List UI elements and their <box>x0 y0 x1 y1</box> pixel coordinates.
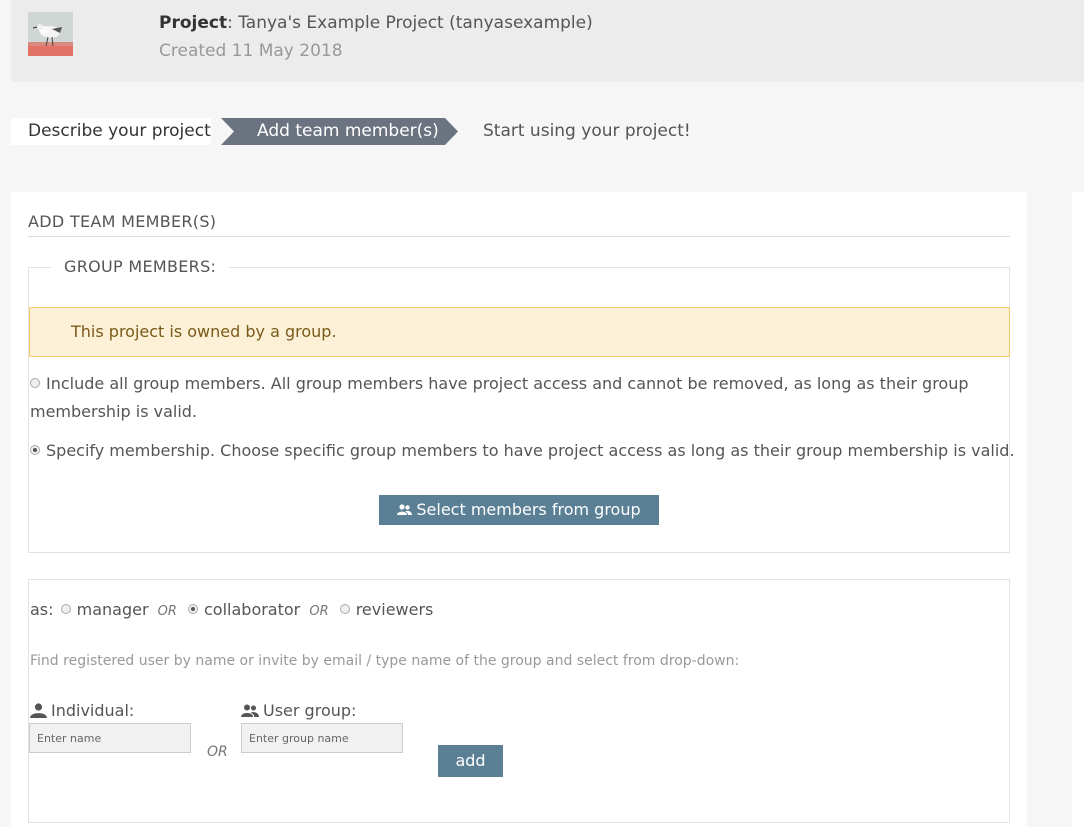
role-manager-label[interactable]: manager <box>77 600 149 619</box>
select-members-label: Select members from group <box>416 500 641 519</box>
user-group-label: User group: <box>241 701 356 720</box>
user-group-icon <box>397 504 413 515</box>
user-group-label-text: User group: <box>263 701 357 720</box>
project-name: : Tanya's Example Project (tanyasexample… <box>227 13 593 33</box>
individual-label-text: Individual: <box>51 701 135 720</box>
section-title: ADD TEAM MEMBER(S) <box>28 212 217 231</box>
add-team-members-panel: ADD TEAM MEMBER(S) GROUP MEMBERS: This p… <box>11 192 1027 827</box>
step-start-using[interactable]: Start using your project! <box>483 118 691 145</box>
project-header: Project: Tanya's Example Project (tanyas… <box>11 0 1084 82</box>
role-reviewers-radio[interactable] <box>339 603 350 614</box>
option-specify-membership[interactable]: Specify membership. Choose specific grou… <box>30 437 1015 465</box>
role-selector: as: manager OR collaborator OR reviewers <box>30 600 433 619</box>
user-icon <box>30 703 47 718</box>
project-created-date: Created 11 May 2018 <box>159 41 343 61</box>
role-manager-radio[interactable] <box>60 603 71 614</box>
add-button[interactable]: add <box>438 745 503 777</box>
group-name-input[interactable] <box>241 723 403 753</box>
invite-hint: Find registered user by name or invite b… <box>30 653 740 669</box>
role-collaborator-radio[interactable] <box>188 603 198 614</box>
role-prefix: as: <box>30 600 54 619</box>
wizard-steps: Describe your project Add team member(s)… <box>11 118 711 145</box>
group-owned-alert: This project is owned by a group. <box>29 307 1010 357</box>
user-group-icon <box>241 704 259 717</box>
include-all-radio[interactable] <box>30 377 40 388</box>
title-divider <box>28 236 1010 237</box>
specify-membership-text: Specify membership. Choose specific grou… <box>46 441 1015 460</box>
project-title: Project: Tanya's Example Project (tanyas… <box>159 13 593 33</box>
individual-name-input[interactable] <box>29 723 191 753</box>
option-include-all[interactable]: Include all group members. All group mem… <box>30 370 1010 426</box>
role-or-1: OR <box>157 604 177 619</box>
step-describe-project[interactable]: Describe your project <box>11 118 211 145</box>
step-add-team-members[interactable]: Add team member(s) <box>257 118 439 145</box>
role-reviewers-label[interactable]: reviewers <box>356 600 434 619</box>
project-avatar <box>28 12 73 56</box>
group-members-fieldset: GROUP MEMBERS: This project is owned by … <box>28 257 1015 553</box>
select-members-button[interactable]: Select members from group <box>379 495 659 525</box>
alert-text: This project is owned by a group. <box>71 322 337 341</box>
right-panel-edge <box>1072 192 1084 827</box>
role-collaborator-label[interactable]: collaborator <box>204 600 300 619</box>
project-label: Project <box>159 13 228 33</box>
individual-label: Individual: <box>30 701 134 720</box>
group-members-legend: GROUP MEMBERS: <box>51 257 230 276</box>
invite-or-separator: OR <box>207 744 228 760</box>
role-or-2: OR <box>309 604 329 619</box>
include-all-text: Include all group members. All group mem… <box>30 374 969 421</box>
invite-members-box: as: manager OR collaborator OR reviewers… <box>28 579 1010 823</box>
specify-membership-radio[interactable] <box>30 444 40 455</box>
